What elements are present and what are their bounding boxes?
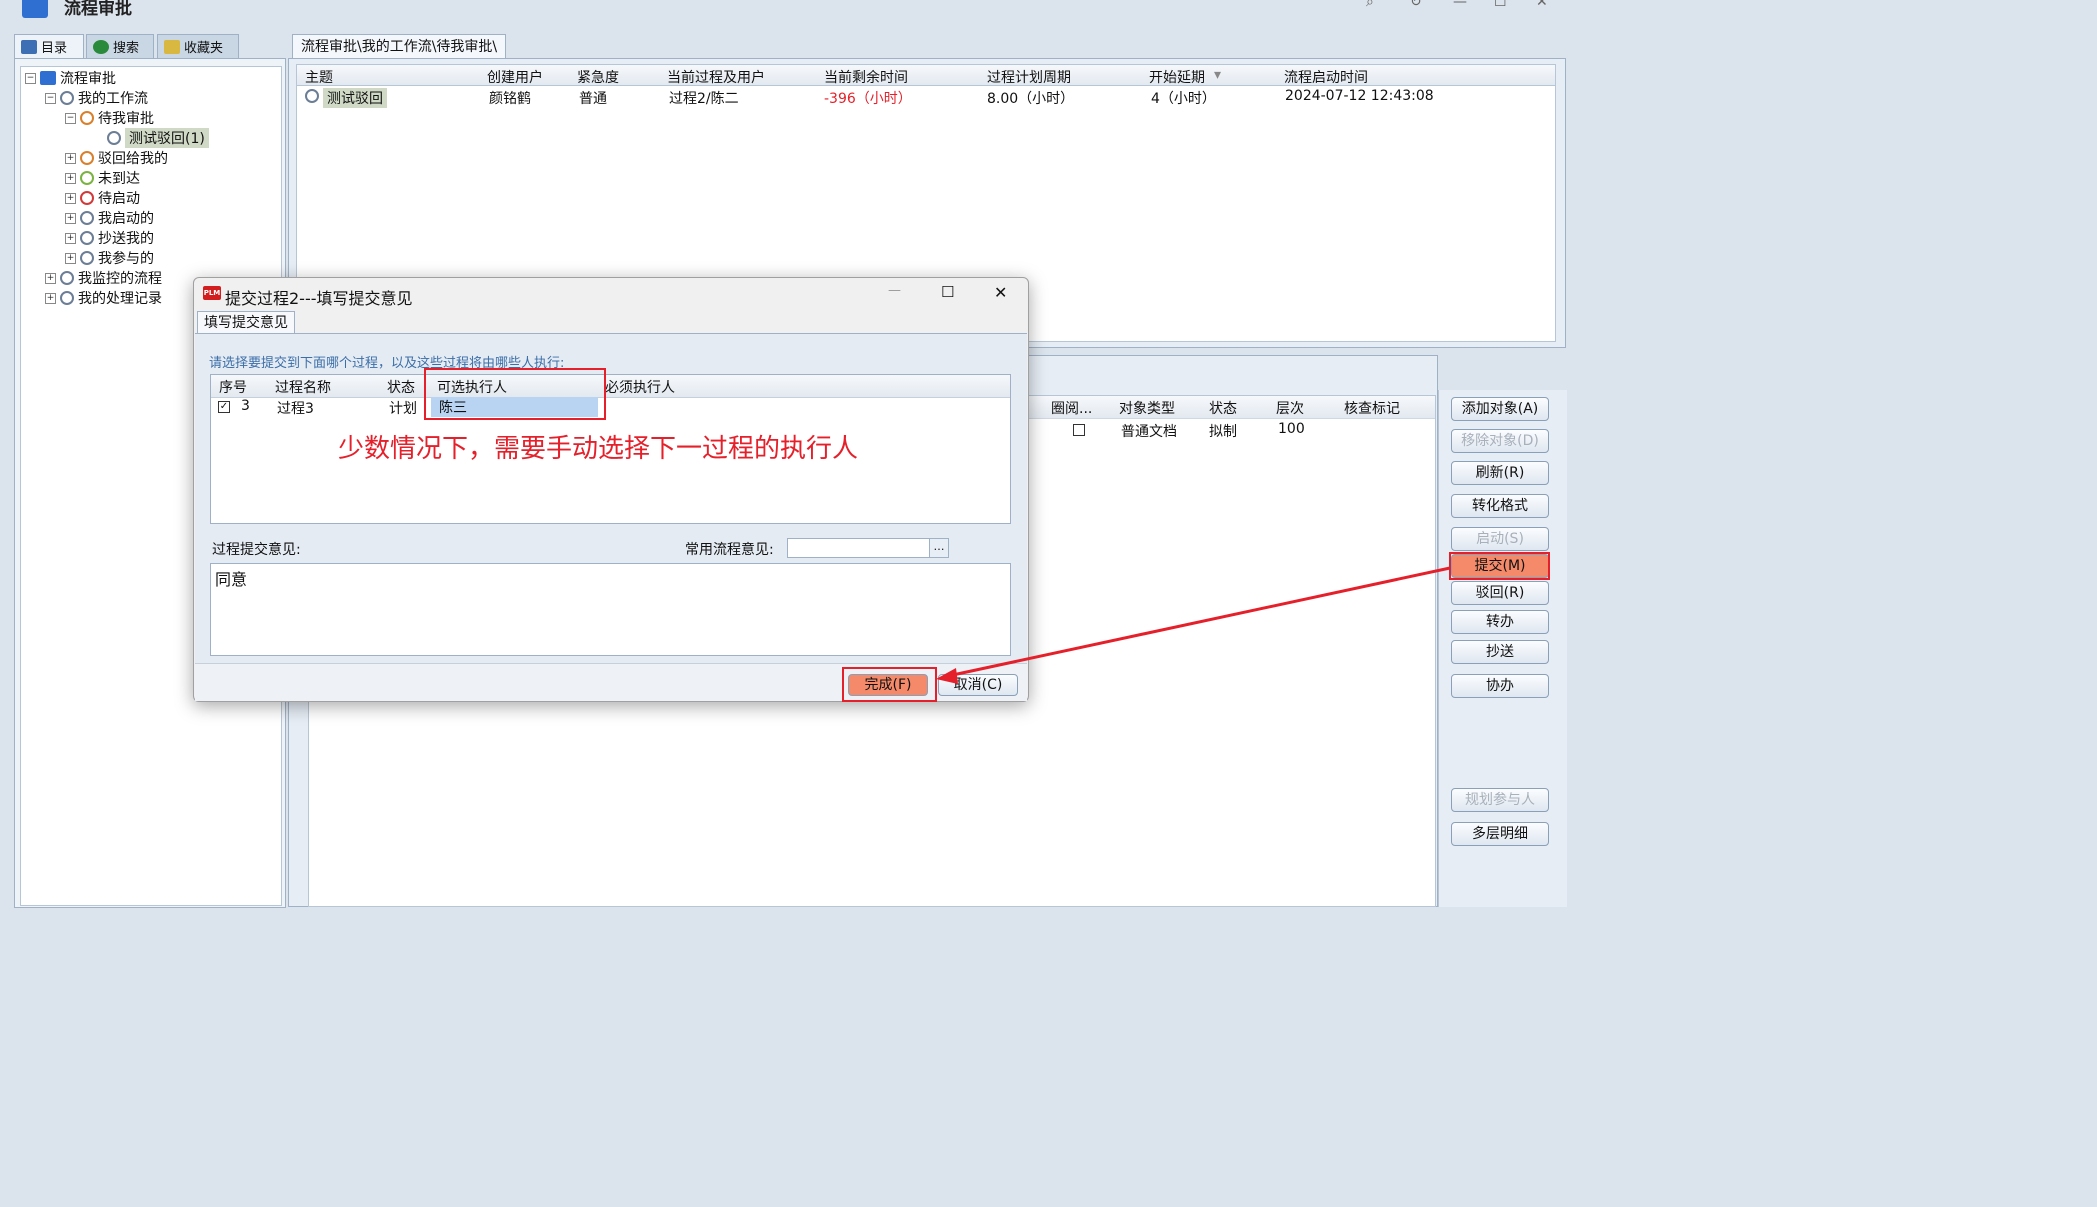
arrow-head <box>936 668 958 684</box>
arrow-line <box>947 566 1451 678</box>
annotation-arrow <box>936 566 1451 684</box>
